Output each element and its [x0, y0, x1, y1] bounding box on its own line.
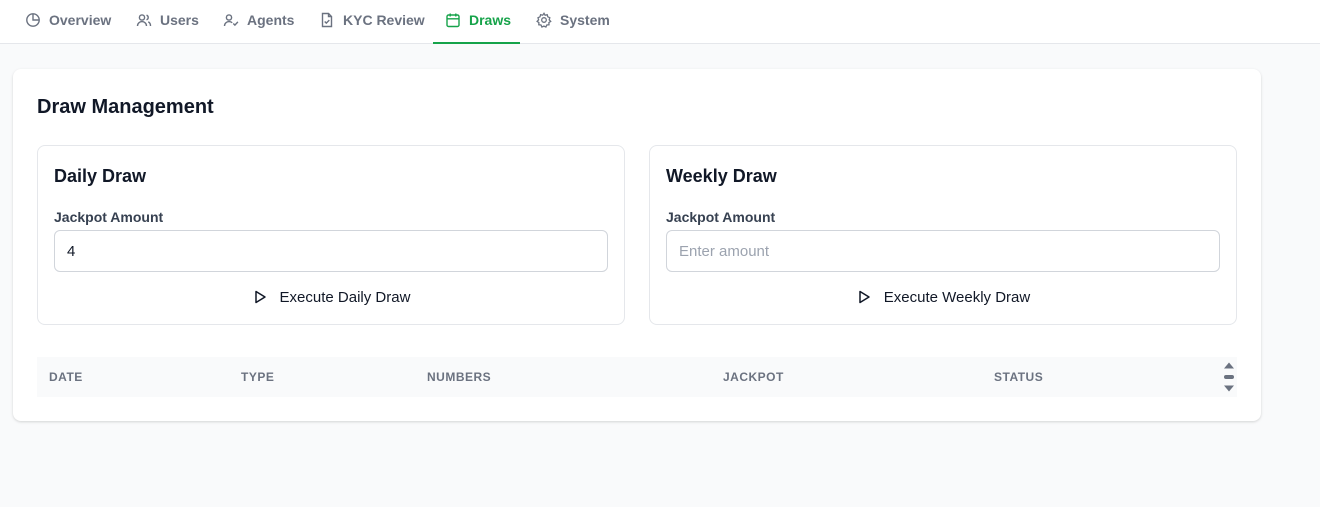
scroll-up-icon[interactable] — [1224, 362, 1234, 369]
column-header-numbers[interactable]: NUMBERS — [427, 357, 491, 397]
column-header-status[interactable]: STATUS — [994, 357, 1043, 397]
tab-label: KYC Review — [343, 12, 425, 28]
users-icon — [136, 12, 152, 28]
tab-system[interactable]: System — [536, 0, 610, 44]
gear-icon — [536, 12, 552, 28]
user-check-icon — [223, 12, 239, 28]
play-icon — [252, 289, 268, 305]
top-navigation: Overview Users Agents KYC Review Draws S… — [0, 0, 1320, 44]
execute-weekly-draw-button[interactable]: Execute Weekly Draw — [666, 282, 1220, 312]
tab-label: Agents — [247, 12, 295, 28]
calendar-icon — [445, 12, 461, 28]
page-title: Draw Management — [37, 96, 214, 118]
column-header-jackpot[interactable]: JACKPOT — [723, 357, 784, 397]
pie-chart-icon — [25, 12, 41, 28]
weekly-draw-panel: Weekly Draw Jackpot Amount Execute Weekl… — [649, 145, 1237, 325]
draw-management-card: Draw Management Daily Draw Jackpot Amoun… — [13, 69, 1261, 421]
daily-jackpot-input[interactable] — [54, 230, 608, 272]
daily-draw-title: Daily Draw — [54, 166, 147, 186]
column-header-date[interactable]: DATE — [49, 357, 83, 397]
tab-label: Overview — [49, 12, 112, 28]
tab-label: System — [560, 12, 610, 28]
execute-daily-draw-label: Execute Daily Draw — [279, 288, 411, 306]
tab-users[interactable]: Users — [136, 0, 199, 44]
column-header-type[interactable]: TYPE — [241, 357, 274, 397]
weekly-jackpot-label: Jackpot Amount — [666, 209, 776, 225]
weekly-jackpot-input[interactable] — [666, 230, 1220, 272]
table-scroll-control[interactable] — [1223, 361, 1235, 393]
daily-jackpot-label: Jackpot Amount — [54, 209, 164, 225]
scroll-thumb[interactable] — [1224, 375, 1234, 379]
play-icon — [856, 289, 872, 305]
file-check-icon — [319, 12, 335, 28]
daily-draw-panel: Daily Draw Jackpot Amount Execute Daily … — [37, 145, 625, 325]
tab-kyc-review[interactable]: KYC Review — [319, 0, 425, 44]
weekly-draw-title: Weekly Draw — [666, 166, 777, 186]
execute-daily-draw-button[interactable]: Execute Daily Draw — [54, 282, 608, 312]
tab-draws[interactable]: Draws — [433, 0, 520, 44]
execute-weekly-draw-label: Execute Weekly Draw — [883, 288, 1031, 306]
tab-label: Users — [160, 12, 199, 28]
tab-overview[interactable]: Overview — [25, 0, 111, 44]
draws-table-header: DATE TYPE NUMBERS JACKPOT STATUS — [37, 357, 1237, 397]
tab-agents[interactable]: Agents — [223, 0, 294, 44]
scroll-down-icon[interactable] — [1224, 385, 1234, 392]
tab-label: Draws — [469, 12, 512, 28]
